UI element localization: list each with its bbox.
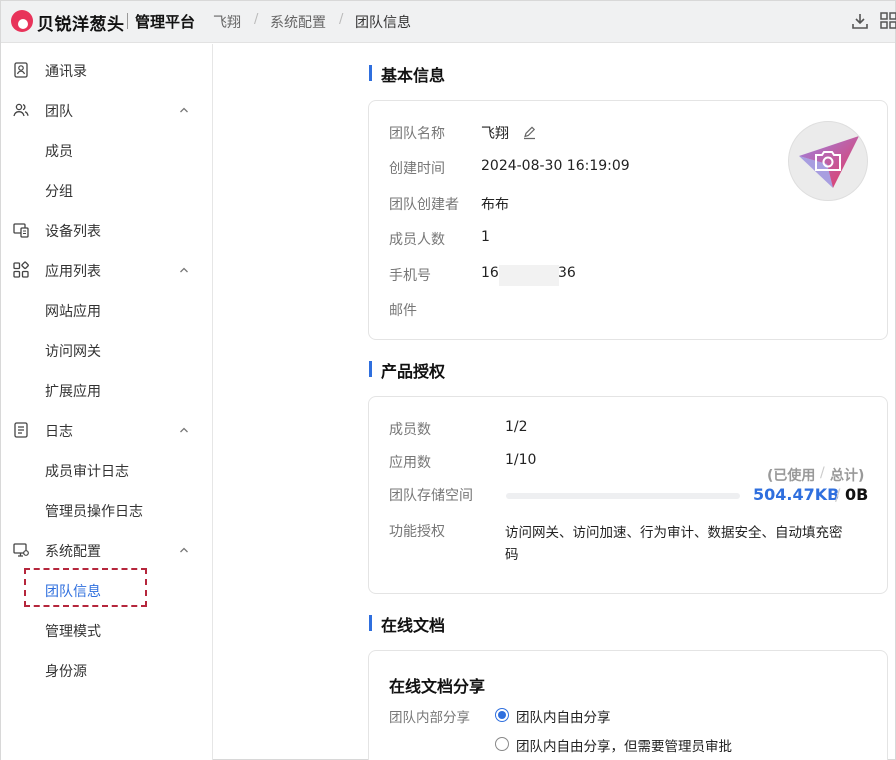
- brand-name[interactable]: 贝锐洋葱头: [37, 10, 125, 35]
- breadcrumb-separator: /: [254, 12, 259, 27]
- phone-prefix: 16: [481, 265, 499, 281]
- sidebar-item-label: 分组: [45, 184, 73, 200]
- storage-hint-separator: /: [820, 465, 825, 481]
- basic-info-card: 团队名称 飞翔 创建时间 2024-08-30 16:19:09 团队创建者 布…: [368, 100, 888, 340]
- created-value: 2024-08-30 16:19:09: [481, 158, 630, 174]
- camera-icon[interactable]: [813, 148, 843, 174]
- features-value-line2: 码: [505, 547, 519, 563]
- team-avatar[interactable]: [788, 121, 868, 201]
- apps-icon: [13, 261, 29, 278]
- internal-sharing-label: 团队内部分享: [389, 710, 470, 726]
- sidebar-item-web-apps[interactable]: 网站应用: [1, 290, 212, 330]
- creator-value: 布布: [481, 197, 509, 213]
- breadcrumb-team-info: 团队信息: [355, 15, 411, 31]
- seat-count-label: 成员数: [389, 422, 431, 438]
- member-count-value: 1: [481, 229, 490, 245]
- sidebar-item-label: 成员: [45, 144, 73, 160]
- devices-icon: [13, 223, 29, 238]
- storage-used-hint: (已使用: [767, 468, 816, 484]
- radio-share-with-approval[interactable]: [495, 737, 509, 751]
- phone-suffix: 36: [558, 265, 576, 281]
- section-title-online-docs: 在线文档: [369, 612, 445, 636]
- apps-grid-icon[interactable]: [879, 11, 896, 31]
- breadcrumb-team[interactable]: 飞翔: [213, 12, 241, 32]
- storage-progress-bar: [506, 493, 740, 499]
- storage-total-hint: 总计): [830, 468, 865, 484]
- sidebar-item-label: 身份源: [45, 664, 87, 680]
- sidebar-item-members[interactable]: 成员: [1, 130, 212, 170]
- created-label: 创建时间: [389, 161, 445, 177]
- sidebar-item-label: 设备列表: [45, 224, 101, 240]
- sidebar-item-label: 系统配置: [45, 544, 101, 560]
- section-title-license: 产品授权: [369, 358, 445, 382]
- sidebar-item-management-mode[interactable]: 管理模式: [1, 610, 212, 650]
- sidebar-item-member-audit-log[interactable]: 成员审计日志: [1, 450, 212, 490]
- sidebar: 通讯录 团队 成员 分组 设备列表 应用列表 网站应用 访问网关 扩展应用 日志…: [1, 44, 213, 760]
- sidebar-item-access-gateway[interactable]: 访问网关: [1, 330, 212, 370]
- license-card: 成员数 1/2 应用数 1/10 (已使用 / 总计) 团队存储空间 504.4…: [368, 396, 888, 594]
- radio-share-with-approval-label[interactable]: 团队内自由分享，但需要管理员审批: [516, 735, 732, 755]
- sidebar-item-label: 团队: [45, 104, 73, 120]
- online-docs-card: 在线文档分享 团队内部分享 团队内自由分享 团队内自由分享，但需要管理员审批: [368, 650, 888, 760]
- storage-label: 团队存储空间: [389, 488, 473, 504]
- phone-redaction: [499, 265, 559, 286]
- team-icon: [13, 103, 29, 117]
- sidebar-item-label: 网站应用: [45, 304, 101, 320]
- radio-free-share-label[interactable]: 团队内自由分享: [516, 706, 611, 726]
- sidebar-item-apps[interactable]: 应用列表: [1, 250, 212, 290]
- seat-count-value: 1/2: [505, 419, 528, 435]
- phone-label: 手机号: [389, 268, 431, 284]
- sidebar-item-contacts[interactable]: 通讯录: [1, 50, 212, 90]
- chevron-up-icon[interactable]: [177, 103, 191, 117]
- sidebar-item-team[interactable]: 团队: [1, 90, 212, 130]
- sidebar-item-label: 日志: [45, 424, 73, 440]
- brand-divider: [127, 13, 128, 29]
- download-icon[interactable]: [850, 11, 870, 31]
- platform-name: 管理平台: [135, 13, 196, 31]
- chevron-up-icon[interactable]: [177, 263, 191, 277]
- creator-label: 团队创建者: [389, 197, 459, 213]
- docs-sharing-title: 在线文档分享: [389, 677, 486, 696]
- sidebar-item-label: 管理员操作日志: [45, 504, 143, 520]
- settings-monitor-icon: [13, 543, 29, 557]
- sidebar-item-label: 扩展应用: [45, 384, 101, 400]
- member-count-label: 成员人数: [389, 232, 445, 248]
- sidebar-item-label: 通讯录: [45, 64, 87, 80]
- app-count-label: 应用数: [389, 455, 431, 471]
- chevron-up-icon[interactable]: [177, 543, 191, 557]
- breadcrumb-separator: /: [339, 12, 344, 27]
- sidebar-item-admin-operation-log[interactable]: 管理员操作日志: [1, 490, 212, 530]
- storage-used-value: 504.47KB: [753, 485, 840, 504]
- sidebar-item-system-config[interactable]: 系统配置: [1, 530, 212, 570]
- breadcrumb-system-config[interactable]: 系统配置: [270, 12, 326, 32]
- sidebar-item-label: 应用列表: [45, 264, 101, 280]
- active-item-highlight: [24, 568, 147, 607]
- edit-pencil-icon[interactable]: [522, 125, 537, 140]
- section-title-basic-info: 基本信息: [369, 62, 445, 86]
- chevron-up-icon[interactable]: [177, 423, 191, 437]
- brand-logo-icon[interactable]: [11, 10, 33, 32]
- sidebar-item-label: 成员审计日志: [45, 464, 129, 480]
- storage-value-separator: /: [835, 485, 841, 504]
- app-count-value: 1/10: [505, 452, 537, 468]
- team-name-value: 飞翔: [481, 126, 509, 142]
- sidebar-item-groups[interactable]: 分组: [1, 170, 212, 210]
- sidebar-item-logs[interactable]: 日志: [1, 410, 212, 450]
- radio-free-share[interactable]: [495, 708, 509, 722]
- log-icon: [14, 422, 28, 438]
- team-name-label: 团队名称: [389, 126, 445, 142]
- sidebar-item-extension-apps[interactable]: 扩展应用: [1, 370, 212, 410]
- email-label: 邮件: [389, 303, 417, 319]
- sidebar-item-devices[interactable]: 设备列表: [1, 210, 212, 250]
- features-value-line1: 访问网关、访问加速、行为审计、数据安全、自动填充密: [505, 525, 843, 541]
- sidebar-item-identity-source[interactable]: 身份源: [1, 650, 212, 690]
- sidebar-item-label: 管理模式: [45, 624, 101, 640]
- storage-total-value: 0B: [845, 485, 869, 504]
- contacts-icon: [14, 62, 28, 78]
- top-header: 贝锐洋葱头 管理平台 飞翔 / 系统配置 / 团队信息: [1, 1, 896, 43]
- sidebar-item-label: 访问网关: [45, 344, 101, 360]
- features-label: 功能授权: [389, 524, 445, 540]
